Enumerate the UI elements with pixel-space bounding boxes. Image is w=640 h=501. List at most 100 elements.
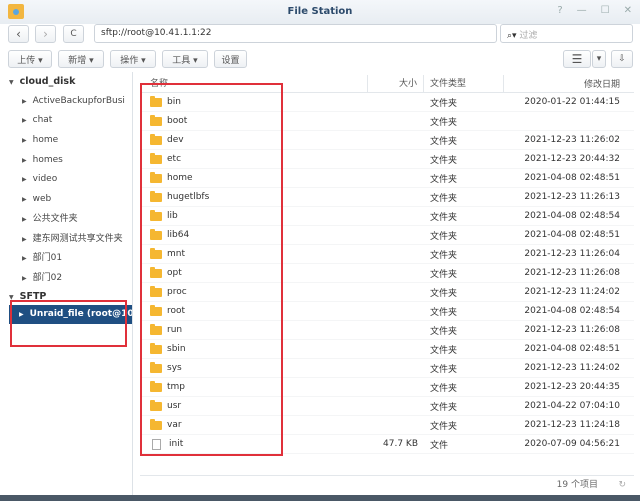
file-type: 文件夹 xyxy=(430,250,458,261)
action-button[interactable]: 操作 ▾ xyxy=(110,50,156,68)
file-row[interactable]: sbin 文件夹 2021-04-08 02:48:51 xyxy=(140,340,634,359)
tree-root-cloud-disk[interactable]: ▼ cloud_disk xyxy=(0,72,132,92)
settings-button[interactable]: 设置 xyxy=(214,50,247,68)
file-row[interactable]: lib64 文件夹 2021-04-08 02:48:51 xyxy=(140,226,634,245)
caret-down-icon: ▼ xyxy=(9,79,14,86)
minimize-button[interactable]: — xyxy=(577,5,587,16)
file-date: 2021-04-08 02:48:51 xyxy=(524,230,620,240)
file-date: 2021-12-23 11:26:08 xyxy=(524,325,620,335)
folder-icon xyxy=(150,247,162,259)
file-type: 文件夹 xyxy=(430,117,458,128)
column-date[interactable]: 修改日期 xyxy=(504,77,634,90)
forward-button[interactable]: › xyxy=(35,25,56,43)
sort-button[interactable]: ⇩ xyxy=(611,50,633,68)
file-date: 2021-12-23 11:24:02 xyxy=(524,287,620,297)
folder-icon xyxy=(150,114,162,126)
caret-right-icon: ▶ xyxy=(19,310,24,318)
tree-item[interactable]: ▶ web xyxy=(0,190,132,210)
tree-item-unraid-file[interactable]: ▶ Unraid_file (root@10 xyxy=(9,304,132,325)
column-name[interactable]: 名称 xyxy=(140,74,368,93)
file-type: 文件夹 xyxy=(430,231,458,242)
folder-icon xyxy=(150,266,162,278)
file-row[interactable]: proc 文件夹 2021-12-23 11:24:02 xyxy=(140,283,634,302)
tree-item[interactable]: ▶ chat xyxy=(0,111,132,131)
create-button[interactable]: 新增 ▾ xyxy=(58,50,104,68)
file-name: sbin xyxy=(140,342,368,354)
tree-item[interactable]: ▶ 建东网测试共享文件夹 xyxy=(0,230,132,250)
item-count: 19 个项目 xyxy=(140,475,634,493)
file-row[interactable]: mnt 文件夹 2021-12-23 11:26:04 xyxy=(140,245,634,264)
upload-button[interactable]: 上传 ▾ xyxy=(8,50,52,68)
tree-item[interactable]: ▶ home xyxy=(0,131,132,151)
file-name: var xyxy=(140,418,368,430)
tree-item[interactable]: ▶ ActiveBackupforBusi xyxy=(0,92,132,112)
file-row[interactable]: lib 文件夹 2021-04-08 02:48:54 xyxy=(140,207,634,226)
filter-input[interactable]: ⌕▾ 过滤 xyxy=(500,24,633,43)
file-type: 文件夹 xyxy=(430,288,458,299)
file-name: run xyxy=(140,323,368,335)
file-row[interactable]: root 文件夹 2021-04-08 02:48:54 xyxy=(140,302,634,321)
refresh-icon[interactable]: ↻ xyxy=(618,480,626,490)
file-name: proc xyxy=(140,285,368,297)
view-dropdown-button[interactable]: ▾ xyxy=(592,50,606,68)
close-button[interactable]: ✕ xyxy=(624,5,632,16)
file-name: root xyxy=(140,304,368,316)
file-row[interactable]: sys 文件夹 2021-12-23 11:24:02 xyxy=(140,359,634,378)
file-name: usr xyxy=(140,399,368,411)
file-row[interactable]: etc 文件夹 2021-12-23 20:44:32 xyxy=(140,150,634,169)
tree-item[interactable]: ▶ 公共文件夹 xyxy=(0,210,132,230)
file-name: etc xyxy=(140,152,368,164)
file-row[interactable]: dev 文件夹 2021-12-23 11:26:02 xyxy=(140,131,634,150)
file-name: home xyxy=(140,171,368,183)
file-type: 文件夹 xyxy=(430,193,458,204)
caret-down-icon: ▼ xyxy=(9,293,14,301)
address-bar[interactable]: sftp://root@10.41.1.1:22 xyxy=(94,24,497,43)
folder-icon xyxy=(150,361,162,373)
file-row[interactable]: opt 文件夹 2021-12-23 11:26:08 xyxy=(140,264,634,283)
file-date: 2021-12-23 11:26:02 xyxy=(524,135,620,145)
file-icon xyxy=(152,438,161,450)
column-size[interactable]: 大小 xyxy=(368,74,424,93)
tree-item[interactable]: ▶ homes xyxy=(0,151,132,171)
search-icon: ⌕▾ xyxy=(507,31,520,41)
sidebar: ▼ cloud_disk ▶ ActiveBackupforBusi ▶ chat ▶ ho… xyxy=(0,72,133,501)
file-row[interactable]: usr 文件夹 2021-04-22 07:04:10 xyxy=(140,397,634,416)
maximize-button[interactable]: ☐ xyxy=(601,5,610,16)
folder-icon xyxy=(150,152,162,164)
file-row[interactable]: home 文件夹 2021-04-08 02:48:51 xyxy=(140,169,634,188)
folder-icon xyxy=(150,323,162,335)
file-date: 2021-12-23 20:44:35 xyxy=(524,382,620,392)
file-row[interactable]: boot 文件夹 xyxy=(140,112,634,131)
file-row[interactable]: bin 文件夹 2020-01-22 01:44:15 xyxy=(140,93,634,112)
folder-icon xyxy=(150,190,162,202)
folder-icon xyxy=(150,95,162,107)
file-name: mnt xyxy=(140,247,368,259)
column-type[interactable]: 文件类型 xyxy=(424,74,504,93)
folder-icon xyxy=(150,380,162,392)
back-button[interactable]: ‹ xyxy=(8,25,29,43)
caret-right-icon: ▶ xyxy=(22,156,27,164)
file-row[interactable]: var 文件夹 2021-12-23 11:24:18 xyxy=(140,416,634,435)
caret-right-icon: ▶ xyxy=(22,117,27,125)
tree-item[interactable]: ▶ video xyxy=(0,170,132,190)
help-button[interactable]: ? xyxy=(557,5,562,16)
file-name: init xyxy=(140,438,368,450)
caret-right-icon: ▶ xyxy=(22,97,27,105)
tree-root-sftp[interactable]: ▼ SFTP xyxy=(0,289,132,305)
file-row[interactable]: hugetlbfs 文件夹 2021-12-23 11:26:13 xyxy=(140,188,634,207)
file-name: sys xyxy=(140,361,368,373)
folder-icon xyxy=(150,171,162,183)
file-row[interactable]: run 文件夹 2021-12-23 11:26:08 xyxy=(140,321,634,340)
tools-button[interactable]: 工具 ▾ xyxy=(162,50,208,68)
tree-item[interactable]: ▶ 部门01 xyxy=(0,249,132,269)
tree-item[interactable]: ▶ 部门02 xyxy=(0,269,132,289)
list-view-button[interactable]: ☰ xyxy=(563,50,591,68)
file-type: 文件夹 xyxy=(430,136,458,147)
file-row[interactable]: init 47.7 KB 文件 2020-07-09 04:56:21 xyxy=(140,435,634,454)
file-row[interactable]: tmp 文件夹 2021-12-23 20:44:35 xyxy=(140,378,634,397)
file-type: 文件夹 xyxy=(430,345,458,356)
folder-icon xyxy=(150,399,162,411)
refresh-button[interactable]: C xyxy=(63,25,84,43)
file-name: tmp xyxy=(140,380,368,392)
caret-right-icon: ▶ xyxy=(22,255,27,263)
